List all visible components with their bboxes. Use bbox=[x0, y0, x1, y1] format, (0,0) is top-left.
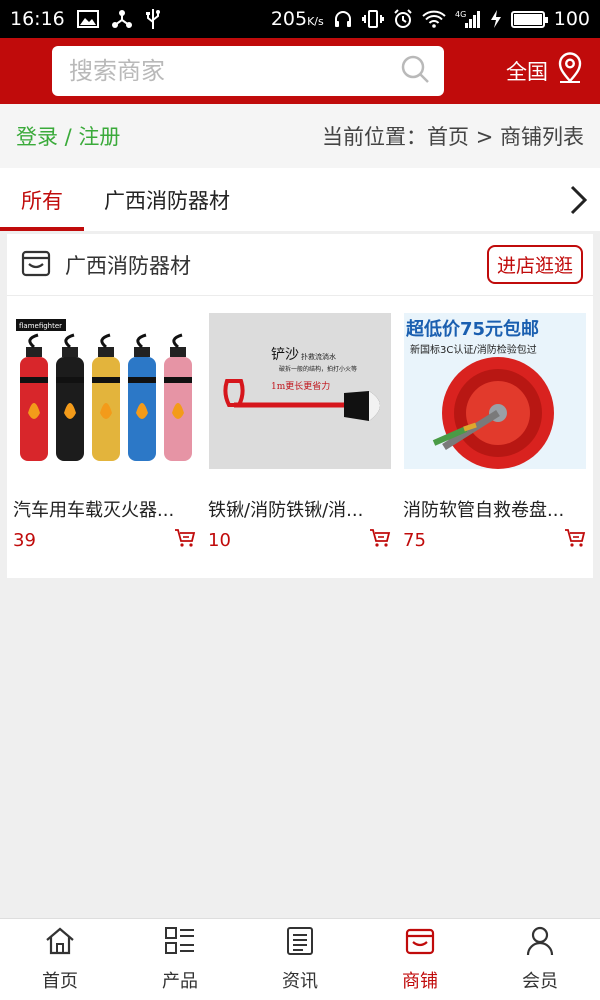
nav-products[interactable]: 产品 bbox=[120, 919, 240, 1000]
product-image-subtitle: 扑救流淌水 bbox=[301, 352, 336, 361]
breadcrumb: 当前位置：首页 > 商铺列表 bbox=[322, 125, 584, 149]
product-price: 75 bbox=[403, 529, 426, 551]
network-speed-unit: K/s bbox=[307, 15, 324, 28]
home-icon bbox=[44, 926, 76, 961]
search-input[interactable] bbox=[69, 57, 400, 85]
product-item[interactable]: 铲沙 扑救流淌水 破拆一般的结构，拍打小火等 1m更长更省力 铁锹/消防铁锹/消… bbox=[202, 313, 397, 552]
nav-stores[interactable]: 商铺 bbox=[360, 919, 480, 1000]
product-name[interactable]: 铁锹/消防铁锹/消... bbox=[208, 496, 391, 522]
vibrate-icon bbox=[361, 9, 384, 29]
region-selector[interactable]: 全国 bbox=[506, 52, 584, 89]
news-icon bbox=[285, 926, 315, 961]
nav-home[interactable]: 首页 bbox=[0, 919, 120, 1000]
product-name[interactable]: 消防软管自救卷盘... bbox=[403, 496, 586, 522]
product-image-title: 铲沙 bbox=[271, 347, 299, 363]
product-item[interactable]: 超低价75元包邮 新国标3C认证/消防检验包过 消防软管自救卷盘... 75 bbox=[397, 313, 592, 552]
product-grid-icon bbox=[164, 926, 196, 961]
member-icon bbox=[525, 926, 555, 961]
cart-icon[interactable] bbox=[174, 528, 196, 552]
tab-all[interactable]: 所有 bbox=[0, 168, 84, 231]
nav-products-label: 产品 bbox=[162, 971, 198, 992]
cart-icon[interactable] bbox=[564, 528, 586, 552]
signal-4g-icon: 4G bbox=[455, 9, 481, 29]
shovel-image[interactable]: 铲沙 扑救流淌水 破拆一般的结构，拍打小火等 1m更长更省力 bbox=[208, 313, 391, 469]
nav-member[interactable]: 会员 bbox=[480, 919, 600, 1000]
login-register-link[interactable]: 登录 / 注册 bbox=[16, 121, 120, 151]
cart-icon[interactable] bbox=[369, 528, 391, 552]
network-speed: 205K/s bbox=[270, 8, 324, 30]
image-icon bbox=[76, 10, 99, 28]
wifi-icon bbox=[422, 10, 446, 28]
shop-card: 广西消防器材 进店逛逛 flamefighter 汽车用车载灭火器... 39 … bbox=[7, 234, 593, 578]
battery-icon bbox=[510, 10, 548, 28]
product-image-subtitle: 新国标3C认证/消防检验包过 bbox=[410, 343, 537, 356]
status-time: 16:16 bbox=[10, 8, 65, 30]
status-bar: 16:16 205K/s 4G 100 bbox=[0, 0, 600, 38]
product-brand-text: flamefighter bbox=[19, 322, 62, 330]
product-image-caption: 1m更长更省力 bbox=[271, 380, 330, 392]
product-price: 10 bbox=[208, 529, 231, 551]
fire-hose-reel-image[interactable]: 超低价75元包邮 新国标3C认证/消防检验包过 bbox=[403, 313, 586, 469]
chevron-right-icon[interactable] bbox=[568, 185, 588, 219]
location-bar: 登录 / 注册 当前位置：首页 > 商铺列表 bbox=[0, 104, 600, 168]
nav-home-label: 首页 bbox=[42, 971, 78, 992]
category-tabs: 所有 广西消防器材 bbox=[0, 168, 600, 231]
share-icon bbox=[111, 9, 133, 29]
app-header: 全国 bbox=[0, 38, 600, 104]
search-box[interactable] bbox=[52, 46, 444, 96]
charging-icon bbox=[490, 9, 502, 29]
enter-store-button[interactable]: 进店逛逛 bbox=[486, 245, 583, 284]
nav-stores-label: 商铺 bbox=[402, 971, 438, 992]
svg-text:4G: 4G bbox=[455, 10, 466, 19]
product-price: 39 bbox=[13, 529, 36, 551]
product-image-subtitle-2: 破拆一般的结构，拍打小火等 bbox=[279, 365, 357, 373]
shop-header: 广西消防器材 进店逛逛 bbox=[7, 234, 593, 296]
tab-guangxi-fire-equipment[interactable]: 广西消防器材 bbox=[104, 168, 230, 231]
product-item[interactable]: flamefighter 汽车用车载灭火器... 39 bbox=[7, 313, 202, 552]
store-icon bbox=[405, 926, 435, 961]
nav-member-label: 会员 bbox=[522, 971, 558, 992]
battery-level: 100 bbox=[553, 8, 590, 30]
bottom-nav: 首页 产品 资讯 商铺 会员 bbox=[0, 918, 600, 1000]
shop-name[interactable]: 广西消防器材 bbox=[65, 250, 191, 280]
nav-news[interactable]: 资讯 bbox=[240, 919, 360, 1000]
region-label: 全国 bbox=[506, 59, 548, 84]
fire-extinguisher-image[interactable]: flamefighter bbox=[13, 313, 196, 469]
usb-icon bbox=[145, 8, 161, 30]
alarm-icon bbox=[393, 9, 413, 29]
product-name[interactable]: 汽车用车载灭火器... bbox=[13, 496, 196, 522]
location-pin-icon bbox=[556, 52, 584, 89]
product-list: flamefighter 汽车用车载灭火器... 39 铲沙 扑救流淌水 破拆一… bbox=[7, 296, 593, 552]
search-icon[interactable] bbox=[400, 54, 430, 88]
nav-news-label: 资讯 bbox=[282, 971, 318, 992]
headset-icon bbox=[333, 9, 353, 29]
product-image-title: 超低价75元包邮 bbox=[406, 318, 539, 340]
store-icon bbox=[21, 248, 51, 282]
